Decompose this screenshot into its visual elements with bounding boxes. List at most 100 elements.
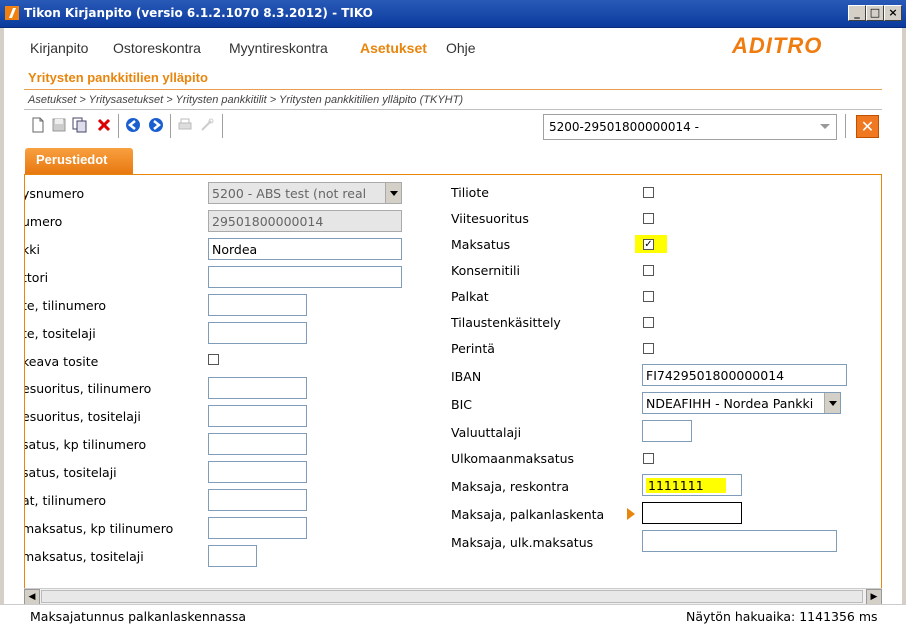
record-selector-value: 5200-29501800000014 - (549, 120, 699, 134)
tilaustenkasittely-checkbox[interactable] (643, 317, 654, 328)
label-maksatus-kp-tilinumero: satus, kp tilinumero (24, 437, 147, 452)
label-maksatus: Maksatus (451, 237, 511, 252)
label-ulkomaanmaksatus-kp-tilinumero: maksatus, kp tilinumero (24, 521, 174, 536)
delete-icon[interactable] (96, 117, 112, 133)
label-ulkomaanmaksatus: Ulkomaanmaksatus (451, 451, 575, 466)
yritysnumero-value: 5200 - ABS test (not real (212, 186, 367, 201)
label-maksatus-tositelaji: satus, tositelaji (24, 465, 117, 480)
toolbar-separator (845, 114, 846, 138)
label-maksaja-reskontra: Maksaja, reskontra (451, 479, 570, 494)
label-yritysnumero: ysnumero (24, 186, 85, 201)
maximize-button[interactable]: □ (866, 5, 884, 21)
scroll-right-icon[interactable]: ▶ (866, 589, 882, 605)
yhdistava-tosite-checkbox[interactable] (208, 354, 219, 365)
tiliote-checkbox[interactable] (643, 187, 654, 198)
page-title: Yritysten pankkitilien ylläpito (28, 70, 208, 85)
label-yhdistava-tosite: keava tosite (24, 354, 99, 369)
maksatus-tositelaji-field[interactable] (208, 461, 307, 483)
label-ulkomaanmaksatus-tositelaji: maksatus, tositelaji (24, 549, 144, 564)
label-palkat: Palkat (451, 289, 489, 304)
chevron-down-icon[interactable] (385, 183, 401, 203)
viitesuoritus-checkbox[interactable] (643, 213, 654, 224)
title-bar: Tikon Kirjanpito (versio 6.1.2.1070 8.3.… (0, 0, 906, 28)
viitesuoritus-tositelaji-field[interactable] (208, 405, 307, 427)
tab-perustiedot[interactable]: Perustiedot (25, 148, 133, 174)
label-tilaustenkasittely: Tilaustenkäsittely (451, 315, 561, 330)
palkat-tilinumero-field[interactable] (208, 489, 307, 511)
label-viitesuoritus-tilinumero: esuoritus, tilinumero (24, 381, 152, 396)
back-arrow-icon[interactable] (125, 117, 141, 133)
label-konsernitili: Konsernitili (451, 263, 520, 278)
horizontal-scrollbar[interactable]: ◀ ▶ (24, 588, 882, 605)
label-pankki: kki (25, 242, 40, 257)
divider (24, 109, 882, 110)
close-page-button[interactable]: ✕ (856, 115, 879, 138)
label-tiliote-tositelaji: te, tositelaji (24, 326, 96, 341)
valuuttalaji-field[interactable] (642, 420, 692, 442)
menu-kirjanpito[interactable]: Kirjanpito (30, 40, 88, 56)
pankki-field[interactable]: Nordea (208, 238, 402, 260)
chevron-down-icon[interactable] (820, 124, 830, 129)
window-title: Tikon Kirjanpito (versio 6.1.2.1070 8.3.… (24, 6, 373, 20)
copy-icon[interactable] (72, 117, 88, 133)
new-document-icon[interactable] (30, 117, 46, 133)
viitesuoritus-tilinumero-field[interactable] (208, 377, 307, 399)
divider (24, 89, 882, 90)
menu-ostoreskontra[interactable]: Ostoreskontra (113, 40, 201, 56)
maksaja-reskontra-value: 1111111 (646, 478, 726, 493)
status-message: Maksajatunnus palkanlaskennassa (30, 609, 247, 624)
yritysnumero-select[interactable]: 5200 - ABS test (not real (208, 182, 402, 204)
label-konttori: ttori (24, 270, 49, 285)
app-icon (5, 6, 19, 20)
record-selector[interactable]: 5200-29501800000014 - (543, 114, 837, 140)
maksatus-kp-tilinumero-field[interactable] (208, 433, 307, 455)
maksatus-checkbox[interactable]: ✓ (643, 239, 654, 250)
forward-arrow-icon[interactable] (148, 117, 164, 133)
toolbar-separator (222, 114, 223, 138)
ulkomaanmaksatus-tositelaji-field[interactable] (208, 545, 257, 567)
label-perinta: Perintä (451, 341, 495, 356)
iban-field[interactable]: FI7429501800000014 (642, 364, 847, 386)
ulkomaanmaksatus-checkbox[interactable] (643, 453, 654, 464)
print-icon[interactable] (177, 117, 193, 133)
tools-icon[interactable] (199, 117, 215, 133)
bic-select[interactable]: NDEAFIHH - Nordea Pankki (642, 392, 841, 414)
label-tilinumero: umero (24, 214, 63, 229)
aditro-logo: ADITRO (732, 33, 823, 58)
menu-asetukset[interactable]: Asetukset (360, 40, 427, 56)
label-viitesuoritus-tositelaji: esuoritus, tositelaji (24, 409, 141, 424)
label-bic: BIC (451, 397, 472, 412)
label-maksaja-ulkmaksatus: Maksaja, ulk.maksatus (451, 535, 594, 550)
scroll-thumb[interactable] (41, 590, 863, 603)
bic-value: NDEAFIHH - Nordea Pankki (646, 396, 814, 411)
minimize-button[interactable]: _ (848, 5, 866, 21)
label-valuuttalaji: Valuuttalaji (451, 425, 522, 440)
toolbar-separator (170, 114, 171, 138)
label-palkat-tilinumero: at, tilinumero (24, 493, 107, 508)
menu-myyntireskontra[interactable]: Myyntireskontra (229, 40, 328, 56)
maksaja-palkanlaskenta-field[interactable] (642, 502, 742, 524)
label-iban: IBAN (451, 369, 482, 384)
close-window-button[interactable]: × (884, 5, 902, 21)
konttori-field[interactable] (208, 266, 402, 288)
perinta-checkbox[interactable] (643, 343, 654, 354)
tiliote-tositelaji-field[interactable] (208, 322, 307, 344)
label-maksaja-palkanlaskenta: Maksaja, palkanlaskenta (451, 507, 605, 522)
scroll-left-icon[interactable]: ◀ (24, 589, 40, 605)
form-panel: ysnumero umero kki ttori te, tilinumero … (24, 174, 882, 601)
label-viitesuoritus: Viitesuoritus (451, 211, 529, 226)
menu-ohje[interactable]: Ohje (446, 40, 476, 56)
palkat-checkbox[interactable] (643, 291, 654, 302)
maksaja-ulkmaksatus-field[interactable] (642, 530, 837, 552)
tilinumero-field[interactable]: 29501800000014 (208, 210, 402, 232)
maksaja-reskontra-field[interactable]: 1111111 (642, 474, 742, 496)
toolbar-separator (118, 114, 119, 138)
current-field-arrow-icon (627, 508, 635, 520)
tiliote-tilinumero-field[interactable] (208, 294, 307, 316)
chevron-down-icon[interactable] (824, 393, 840, 413)
label-tiliote-tilinumero: te, tilinumero (24, 298, 107, 313)
save-icon[interactable] (51, 117, 67, 133)
ulkomaanmaksatus-kp-tilinumero-field[interactable] (208, 517, 307, 539)
konsernitili-checkbox[interactable] (643, 265, 654, 276)
status-load-time: Näytön hakuaika: 1141356 ms (686, 609, 878, 624)
